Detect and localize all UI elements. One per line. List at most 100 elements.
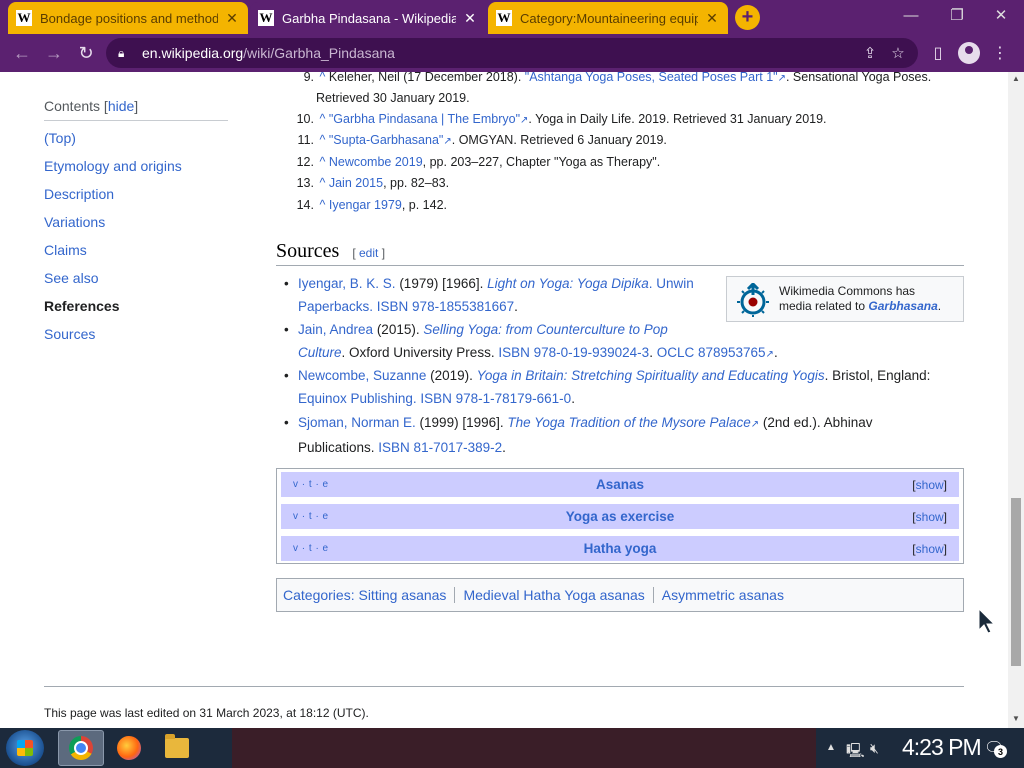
category-link[interactable]: Sitting asanas xyxy=(358,587,446,603)
navbox-yoga-as-exercise: v · t · e Yoga as exercise [show] xyxy=(281,504,959,529)
forward-arrow-icon[interactable]: → xyxy=(42,41,66,65)
close-tab-icon[interactable]: ✕ xyxy=(704,10,720,27)
scrollbar-thumb[interactable] xyxy=(1011,498,1021,666)
author-link[interactable]: Sjoman, Norman E. xyxy=(298,415,416,430)
side-panel-icon[interactable]: ▯ xyxy=(926,41,950,65)
wikimedia-commons-logo-icon xyxy=(737,283,769,317)
scroll-down-arrow-icon[interactable]: ▼ xyxy=(1012,714,1020,723)
toc-item-top[interactable]: (Top) xyxy=(44,129,228,157)
menu-kebab-icon[interactable]: ⋮ xyxy=(988,41,1012,65)
edit-link[interactable]: edit xyxy=(359,246,378,260)
desktop-wallpaper xyxy=(232,728,816,768)
ref-external-link[interactable]: "Supta-Garbhasana" xyxy=(329,133,444,147)
bookmark-star-icon[interactable]: ☆ xyxy=(888,42,908,64)
ref-caret-link[interactable]: ^ xyxy=(319,133,325,147)
external-link-icon: ↗ xyxy=(443,136,452,147)
taskbar-file-explorer[interactable] xyxy=(154,730,200,766)
tab-mountaineering[interactable]: W Category:Mountaineering equipment ✕ xyxy=(488,2,728,34)
show-hidden-icons-icon[interactable]: ▲ xyxy=(826,742,836,753)
ref-citation-link[interactable]: Jain 2015 xyxy=(329,176,383,190)
toc-item-sources[interactable]: Sources xyxy=(44,325,228,353)
footer-divider xyxy=(44,686,964,687)
page-scrollbar[interactable]: ▲ ▼ xyxy=(1008,72,1024,728)
close-window-icon[interactable]: ✕ xyxy=(978,0,1024,30)
external-link-icon: ↗ xyxy=(777,73,786,84)
start-button[interactable] xyxy=(6,730,44,766)
reload-icon[interactable]: ↻ xyxy=(74,41,98,65)
volume-muted-icon[interactable]: 🔇︎ xyxy=(870,740,879,757)
tab-garbha-pindasana[interactable]: W Garbha Pindasana - Wikipedia ✕ xyxy=(250,2,486,34)
ref-caret-link[interactable]: ^ xyxy=(319,72,325,84)
ref-citation-link[interactable]: Newcombe 2019 xyxy=(329,155,423,169)
scroll-up-arrow-icon[interactable]: ▲ xyxy=(1012,74,1020,83)
ref-caret-link[interactable]: ^ xyxy=(319,176,325,190)
taskbar-chrome[interactable] xyxy=(58,730,104,766)
navbox-show-toggle[interactable]: [show] xyxy=(912,542,947,556)
reference-item: 9. ^ Keleher, Neil (17 December 2018). "… xyxy=(303,72,932,84)
toc-item-description[interactable]: Description xyxy=(44,185,228,213)
wikipedia-favicon-icon: W xyxy=(258,10,274,26)
ref-caret-link[interactable]: ^ xyxy=(319,198,325,212)
isbn-link[interactable]: ISBN 81-7017-389-2 xyxy=(378,440,502,455)
system-clock[interactable]: 4:23 PM xyxy=(902,734,982,761)
chrome-icon xyxy=(69,736,93,760)
toc-item-claims[interactable]: Claims xyxy=(44,241,228,269)
category-divider xyxy=(454,587,456,603)
section-edit: [ edit ] xyxy=(352,246,386,260)
last-edited-text: This page was last edited on 31 March 20… xyxy=(44,706,369,720)
close-tab-icon[interactable]: ✕ xyxy=(224,10,240,27)
toc-item-etymology[interactable]: Etymology and origins xyxy=(44,157,228,185)
commons-link[interactable]: Garbhasana xyxy=(868,299,937,313)
ref-external-link[interactable]: "Garbha Pindasana | The Embryo" xyxy=(329,112,520,126)
restore-icon[interactable]: ❐ xyxy=(934,0,980,30)
toc-item-see-also[interactable]: See also xyxy=(44,269,228,297)
external-link-icon: ↗ xyxy=(750,419,760,430)
ref-caret-link[interactable]: ^ xyxy=(319,112,325,126)
reference-item: 14. ^ Iyengar 1979, p. 142. xyxy=(296,198,448,212)
author-link[interactable]: Iyengar, B. K. S. xyxy=(298,276,396,291)
close-tab-icon[interactable]: ✕ xyxy=(462,10,478,27)
categories-label-link[interactable]: Categories xyxy=(283,587,351,603)
isbn-link[interactable]: ISBN 978-0-19-939024-3 xyxy=(498,345,649,360)
ref-caret-link[interactable]: ^ xyxy=(319,155,325,169)
category-divider xyxy=(652,587,654,603)
author-link[interactable]: Jain, Andrea xyxy=(298,322,373,337)
navbox-title[interactable]: Yoga as exercise xyxy=(281,509,959,524)
author-link[interactable]: Newcombe, Suzanne xyxy=(298,368,426,383)
toc-hide-link[interactable]: hide xyxy=(108,98,134,114)
network-icon[interactable]: 🖳︎ xyxy=(846,740,865,764)
taskbar-firefox[interactable] xyxy=(106,730,152,766)
toc-item-references[interactable]: References xyxy=(44,297,228,325)
ref-external-link[interactable]: "Ashtanga Yoga Poses, Seated Poses Part … xyxy=(525,72,778,84)
book-title-link[interactable]: Light on Yoga: Yoga Dipika xyxy=(487,276,649,291)
action-center-icon[interactable]: 🗨︎3 xyxy=(984,738,1007,758)
navbox-show-toggle[interactable]: [show] xyxy=(912,510,947,524)
share-icon[interactable]: ⇪ xyxy=(860,42,880,64)
tab-title: Category:Mountaineering equipment xyxy=(520,10,698,26)
isbn-link[interactable]: Equinox Publishing. ISBN 978-1-78179-661… xyxy=(298,391,571,406)
reference-item: 13. ^ Jain 2015, pp. 82–83. xyxy=(296,176,450,190)
new-tab-button[interactable]: + xyxy=(735,5,760,30)
book-title-link[interactable]: Selling Yoga: from Counterculture to Pop xyxy=(423,322,667,337)
navbox-show-toggle[interactable]: [show] xyxy=(912,478,947,492)
tab-bondage[interactable]: W Bondage positions and methods ✕ xyxy=(8,2,248,34)
profile-avatar[interactable] xyxy=(958,42,980,64)
book-title-link[interactable]: Yoga in Britain: Stretching Spirituality… xyxy=(477,368,825,383)
navbox-title[interactable]: Hatha yoga xyxy=(281,541,959,556)
address-bar[interactable]: 🔒︎ en.wikipedia.org/wiki/Garbha_Pindasan… xyxy=(106,38,918,68)
back-arrow-icon[interactable]: ← xyxy=(10,41,34,65)
navbox-title[interactable]: Asanas xyxy=(281,477,959,492)
ref-citation-link[interactable]: Iyengar 1979 xyxy=(329,198,402,212)
category-link[interactable]: Medieval Hatha Yoga asanas xyxy=(463,587,644,603)
toc-item-variations[interactable]: Variations xyxy=(44,213,228,241)
folder-icon xyxy=(165,734,189,758)
source-item: Iyengar, B. K. S. (1979) [1966]. Light o… xyxy=(284,272,694,318)
isbn-link[interactable]: Paperbacks. ISBN 978-1855381667 xyxy=(298,299,514,314)
navbox-hatha-yoga: v · t · e Hatha yoga [show] xyxy=(281,536,959,561)
minimize-icon[interactable]: — xyxy=(888,0,934,30)
oclc-link[interactable]: OCLC 878953765 xyxy=(657,345,766,360)
page-viewport: Contents [hide] (Top) Etymology and orig… xyxy=(0,72,1024,728)
book-title-link[interactable]: The Yoga Tradition of the Mysore Palace xyxy=(507,415,750,430)
category-link[interactable]: Asymmetric asanas xyxy=(662,587,784,603)
lock-icon: 🔒︎ xyxy=(118,45,125,60)
